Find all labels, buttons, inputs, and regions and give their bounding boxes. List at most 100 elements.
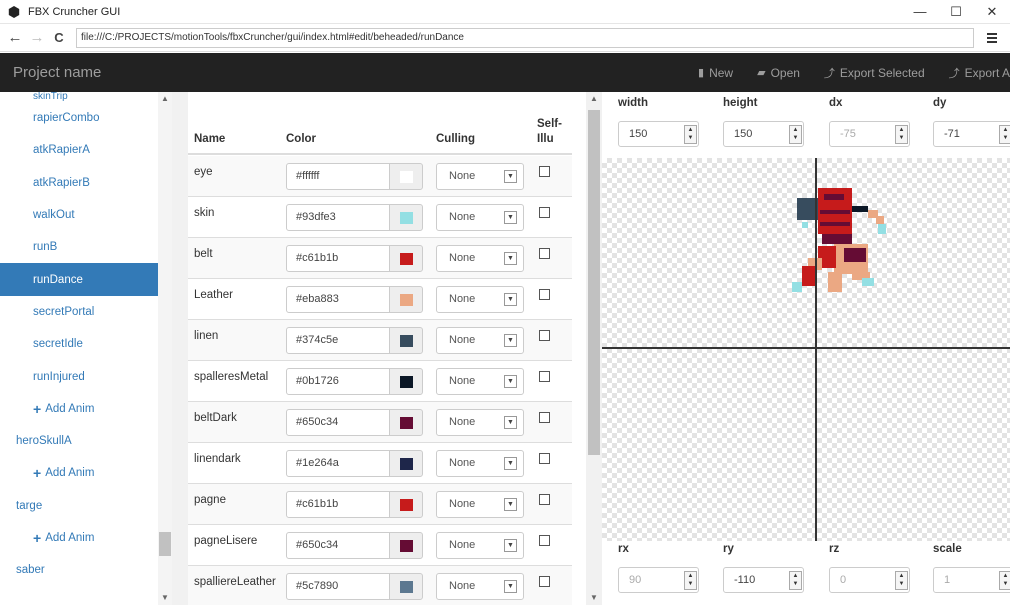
scrollbar-thumb[interactable]: [588, 110, 600, 455]
navbar-item-export-a[interactable]: ⤴ Export A: [949, 65, 1010, 81]
minimize-button[interactable]: —: [902, 0, 938, 24]
color-picker-button[interactable]: [389, 532, 423, 559]
scroll-up-arrow-icon[interactable]: ▲: [158, 92, 172, 106]
sidebar-item-secretportal[interactable]: secretPortal: [0, 296, 158, 328]
self-illum-checkbox[interactable]: [539, 166, 550, 177]
spin-up-icon[interactable]: ▲: [790, 126, 801, 134]
color-input[interactable]: #c61b1b: [286, 245, 390, 272]
spin-down-icon[interactable]: ▼: [1000, 134, 1010, 142]
sidebar-item-runinjured[interactable]: runInjured: [0, 360, 158, 392]
self-illum-checkbox[interactable]: [539, 494, 550, 505]
color-input[interactable]: #1e264a: [286, 450, 390, 477]
sidebar-item-runb[interactable]: runB: [0, 231, 158, 263]
spin-up-icon[interactable]: ▲: [1000, 572, 1010, 580]
scroll-up-arrow-icon[interactable]: ▲: [586, 92, 602, 106]
reload-icon[interactable]: C: [48, 27, 70, 49]
color-picker-button[interactable]: [389, 204, 423, 231]
spin-up-icon[interactable]: ▲: [790, 572, 801, 580]
navbar-item-new[interactable]: ▮ New: [698, 66, 733, 80]
self-illum-checkbox[interactable]: [539, 576, 550, 587]
sidebar-item-atkrapierb[interactable]: atkRapierB: [0, 167, 158, 199]
spinner-icon[interactable]: ▲ ▼: [684, 571, 697, 590]
forward-arrow-icon[interactable]: →: [26, 27, 48, 49]
self-illum-checkbox[interactable]: [539, 535, 550, 546]
color-picker-button[interactable]: [389, 327, 423, 354]
project-name-brand[interactable]: Project name: [13, 64, 101, 81]
sidebar-item-atkrapiera[interactable]: atkRapierA: [0, 134, 158, 166]
navbar-item-open[interactable]: ▰ Open: [757, 66, 800, 80]
culling-select[interactable]: None ▼: [436, 532, 524, 559]
spinner-icon[interactable]: ▲ ▼: [789, 125, 802, 144]
culling-select[interactable]: None ▼: [436, 491, 524, 518]
maximize-button[interactable]: ☐: [938, 0, 974, 24]
color-picker-button[interactable]: [389, 163, 423, 190]
culling-select[interactable]: None ▼: [436, 409, 524, 436]
culling-select[interactable]: None ▼: [436, 450, 524, 477]
self-illum-checkbox[interactable]: [539, 248, 550, 259]
spinner-icon[interactable]: ▲ ▼: [999, 571, 1010, 590]
culling-select[interactable]: None ▼: [436, 573, 524, 600]
scrollbar-thumb[interactable]: [159, 532, 171, 556]
color-input[interactable]: #374c5e: [286, 327, 390, 354]
culling-select[interactable]: None ▼: [436, 327, 524, 354]
self-illum-checkbox[interactable]: [539, 453, 550, 464]
spin-down-icon[interactable]: ▼: [790, 580, 801, 588]
add-anim-link[interactable]: + Add Anim: [0, 457, 158, 489]
sidebar-item-walkout[interactable]: walkOut: [0, 199, 158, 231]
spinner-icon[interactable]: ▲ ▼: [789, 571, 802, 590]
spin-up-icon[interactable]: ▲: [685, 572, 696, 580]
spin-down-icon[interactable]: ▼: [790, 134, 801, 142]
color-picker-button[interactable]: [389, 573, 423, 600]
spin-up-icon[interactable]: ▲: [896, 126, 907, 134]
color-input[interactable]: #c61b1b: [286, 491, 390, 518]
color-input[interactable]: #650c34: [286, 409, 390, 436]
add-anim-link[interactable]: + Add Anim: [0, 393, 158, 425]
sidebar-item[interactable]: skinTrip: [0, 92, 158, 102]
spinner-icon[interactable]: ▲ ▼: [895, 571, 908, 590]
url-input[interactable]: file:///C:/PROJECTS/motionTools/fbxCrunc…: [76, 27, 974, 48]
back-arrow-icon[interactable]: ←: [4, 27, 26, 49]
spin-up-icon[interactable]: ▲: [685, 126, 696, 134]
spin-down-icon[interactable]: ▼: [1000, 580, 1010, 588]
color-picker-button[interactable]: [389, 368, 423, 395]
sidebar-item-rapiercombo[interactable]: rapierCombo: [0, 102, 158, 134]
culling-select[interactable]: None ▼: [436, 368, 524, 395]
color-picker-button[interactable]: [389, 409, 423, 436]
color-picker-button[interactable]: [389, 245, 423, 272]
culling-select[interactable]: None ▼: [436, 163, 524, 190]
sidebar-item-secretidle[interactable]: secretIdle: [0, 328, 158, 360]
spinner-icon[interactable]: ▲ ▼: [684, 125, 697, 144]
spin-down-icon[interactable]: ▼: [685, 134, 696, 142]
spin-up-icon[interactable]: ▲: [1000, 126, 1010, 134]
spin-down-icon[interactable]: ▼: [685, 580, 696, 588]
navbar-item-export-selected[interactable]: ⤴ Export Selected: [824, 65, 925, 81]
color-input[interactable]: #eba883: [286, 286, 390, 313]
spin-up-icon[interactable]: ▲: [896, 572, 907, 580]
color-input[interactable]: #93dfe3: [286, 204, 390, 231]
color-input[interactable]: #0b1726: [286, 368, 390, 395]
culling-select[interactable]: None ▼: [436, 286, 524, 313]
sidebar-group-heroskulla[interactable]: heroSkullA: [0, 425, 158, 457]
color-picker-button[interactable]: [389, 491, 423, 518]
color-input[interactable]: #5c7890: [286, 573, 390, 600]
preview-canvas[interactable]: [602, 158, 1010, 541]
self-illum-checkbox[interactable]: [539, 289, 550, 300]
sidebar-scrollbar[interactable]: ▲ ▼: [158, 92, 172, 605]
scroll-down-arrow-icon[interactable]: ▼: [158, 591, 172, 605]
color-picker-button[interactable]: [389, 450, 423, 477]
spinner-icon[interactable]: ▲ ▼: [999, 125, 1010, 144]
add-anim-link[interactable]: + Add Anim: [0, 522, 158, 554]
self-illum-checkbox[interactable]: [539, 412, 550, 423]
self-illum-checkbox[interactable]: [539, 207, 550, 218]
color-input[interactable]: #650c34: [286, 532, 390, 559]
close-button[interactable]: ✕: [974, 0, 1010, 24]
spinner-icon[interactable]: ▲ ▼: [895, 125, 908, 144]
self-illum-checkbox[interactable]: [539, 330, 550, 341]
table-scrollbar[interactable]: ▲ ▼: [586, 92, 602, 605]
color-input[interactable]: #ffffff: [286, 163, 390, 190]
scroll-down-arrow-icon[interactable]: ▼: [586, 591, 602, 605]
spin-down-icon[interactable]: ▼: [896, 580, 907, 588]
self-illum-checkbox[interactable]: [539, 371, 550, 382]
culling-select[interactable]: None ▼: [436, 204, 524, 231]
culling-select[interactable]: None ▼: [436, 245, 524, 272]
